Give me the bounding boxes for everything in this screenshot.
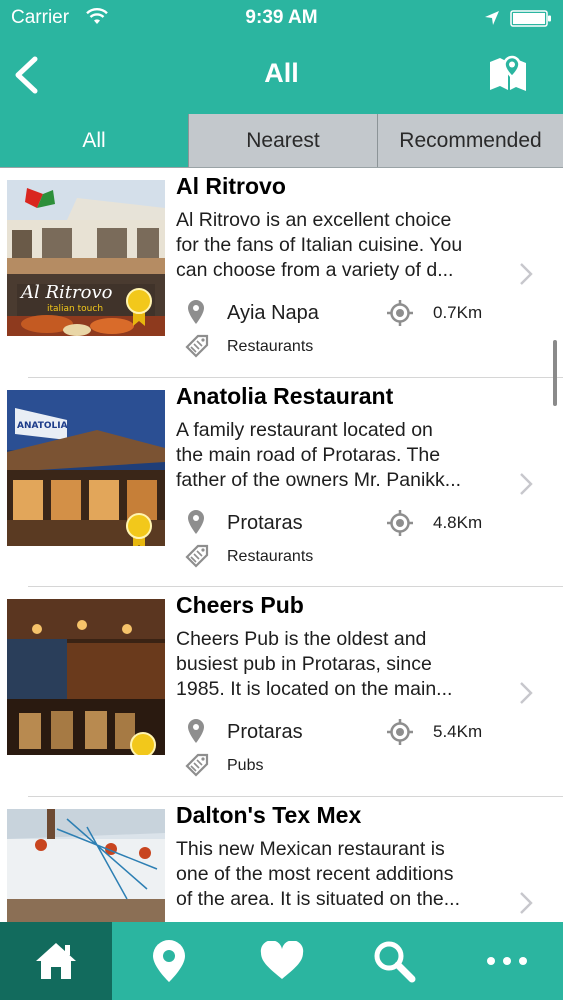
tab-all[interactable]: All: [0, 114, 188, 167]
item-town: Protaras: [227, 721, 303, 743]
recommended-ribbon-icon: [130, 732, 156, 755]
item-town: Protaras: [227, 511, 303, 534]
location-arrow-icon: [485, 11, 499, 25]
heart-icon: [260, 941, 303, 979]
distance-target-icon: [387, 509, 413, 536]
tabbar-map[interactable]: [112, 922, 225, 1000]
thumb-logo-text: Al Ritrovo: [19, 282, 113, 303]
location-pin-icon: [188, 509, 204, 534]
status-bar: Carrier 9:39 AM: [0, 0, 563, 36]
desc-line: the main road of Protaras. The: [176, 443, 441, 466]
item-description: Al Ritrovo is an excellent choice for th…: [176, 208, 506, 283]
thumb-sign-text: ANATOLIA: [17, 421, 68, 431]
desc-line: for the fans of Italian cuisine. You: [176, 234, 463, 256]
tabbar-search[interactable]: [338, 922, 450, 1000]
list-item-cheers-pub[interactable]: Cheers Pub Cheers Pub is the oldest and …: [0, 587, 563, 797]
navigation-bar: All: [0, 36, 563, 114]
item-category: Restaurants: [227, 338, 314, 355]
item-description: A family restaurant located on the main …: [176, 418, 506, 493]
item-title: Dalton's Tex Mex: [176, 801, 362, 828]
thumbnail-anatolia: ANATOLIA: [7, 389, 165, 546]
more-icon: [486, 957, 527, 965]
thumbnail-al-ritrovo: Al Ritrovo italian touch: [7, 180, 165, 336]
item-title: Al Ritrovo: [176, 173, 286, 199]
scrollbar[interactable]: [553, 340, 557, 406]
list-item-anatolia-restaurant[interactable]: ANATOLIA Anatolia Restaurant A family re…: [0, 378, 563, 587]
item-title: Cheers Pub: [176, 592, 304, 618]
list-item-al-ritrovo[interactable]: Al Ritrovo italian touch Al Ritrovo Al R…: [0, 168, 563, 378]
category-tag-icon: [185, 753, 209, 777]
item-description: Cheers Pub is the oldest and busiest pub…: [176, 627, 506, 702]
item-description: This new Mexican restaurant is one of th…: [176, 837, 506, 912]
desc-line: Cheers Pub is the oldest and: [176, 628, 427, 650]
location-pin-icon: [152, 940, 185, 982]
item-distance: 5.4Km: [433, 722, 483, 741]
tab-recommended[interactable]: Recommended: [377, 114, 563, 167]
place-list[interactable]: Al Ritrovo italian touch Al Ritrovo Al R…: [0, 168, 563, 922]
thumbnail-daltons-tex-mex: [7, 808, 165, 922]
clock: 9:39 AM: [245, 7, 318, 28]
desc-line: A family restaurant located on: [176, 418, 433, 441]
tabbar-more[interactable]: [450, 922, 563, 1000]
location-pin-icon: [188, 719, 204, 743]
item-distance: 4.8Km: [433, 512, 483, 532]
disclosure-chevron-icon: [520, 682, 533, 704]
bottom-tab-bar: [0, 922, 563, 1000]
disclosure-chevron-icon: [520, 263, 533, 285]
desc-line: 1985. It is located on the main...: [176, 678, 453, 700]
home-icon: [36, 943, 76, 979]
tabbar-favorites[interactable]: [225, 922, 338, 1000]
distance-target-icon: [387, 300, 413, 326]
category-tag-icon: [185, 334, 209, 358]
item-title: Anatolia Restaurant: [176, 382, 394, 409]
desc-line: This new Mexican restaurant is: [176, 837, 445, 860]
desc-line: Al Ritrovo is an excellent choice: [176, 209, 452, 231]
desc-line: of the area. It is situated on the...: [176, 887, 461, 910]
thumbnail-cheers-pub: [7, 599, 165, 755]
thumb-logo-subtext: italian touch: [47, 304, 103, 314]
segmented-control: All Nearest Recommended: [0, 114, 563, 168]
map-pin-icon[interactable]: [487, 54, 529, 94]
tabbar-home[interactable]: [0, 922, 112, 1000]
disclosure-chevron-icon: [520, 472, 533, 495]
battery-icon: [510, 10, 551, 27]
item-town: Ayia Napa: [227, 302, 319, 324]
location-pin-icon: [188, 300, 204, 324]
category-tag-icon: [185, 544, 209, 568]
list-item-daltons-tex-mex[interactable]: Dalton's Tex Mex This new Mexican restau…: [0, 797, 563, 922]
item-category: Restaurants: [227, 547, 314, 565]
item-category: Pubs: [227, 757, 264, 774]
desc-line: can choose from a variety of d...: [176, 259, 454, 281]
desc-line: one of the most recent additions: [176, 862, 454, 885]
item-distance: 0.7Km: [433, 303, 483, 322]
disclosure-chevron-icon: [520, 891, 533, 914]
page-title: All: [264, 58, 299, 88]
desc-line: busiest pub in Protaras, since: [176, 653, 432, 675]
desc-line: father of the owners Mr. Panikk...: [176, 468, 462, 491]
tab-nearest[interactable]: Nearest: [188, 114, 377, 167]
distance-target-icon: [387, 719, 413, 745]
search-icon: [374, 941, 416, 983]
